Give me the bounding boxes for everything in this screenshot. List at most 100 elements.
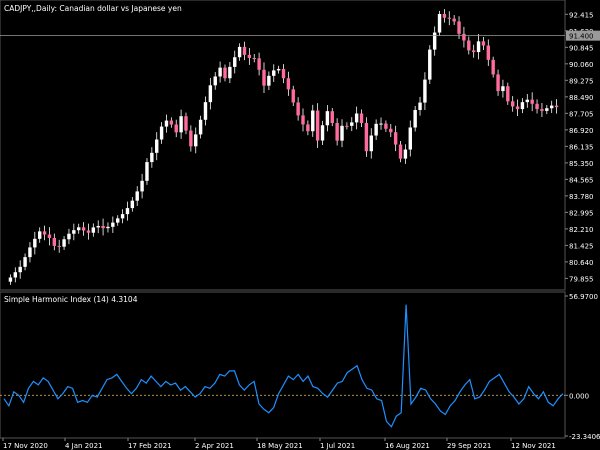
candle-body (476, 41, 481, 53)
candle-body (242, 46, 247, 55)
candle-body (169, 120, 174, 125)
candle-body (486, 45, 491, 60)
candle-body (467, 40, 471, 51)
candle-body (398, 144, 403, 159)
candle-body (530, 99, 534, 104)
price-tick-label: 86.920 (569, 127, 594, 135)
candle-body (413, 109, 417, 128)
candle-body (116, 218, 120, 223)
candle-body (262, 69, 266, 86)
candle-body (428, 49, 432, 80)
date-tick-label: 17 Feb 2021 (128, 442, 172, 450)
candle-body (442, 14, 447, 18)
candle-body (281, 68, 286, 79)
candle-body (233, 57, 237, 67)
candle-body (159, 126, 164, 140)
candle-body (179, 116, 183, 133)
price-marker-label: 91.400 (569, 33, 594, 41)
candle-body (540, 109, 544, 111)
candle-body (315, 110, 320, 141)
candle-body (311, 110, 315, 132)
date-tick-label: 2 Apr 2021 (195, 442, 234, 450)
price-tick-label: 82.995 (569, 209, 594, 217)
price-tick-label: 84.565 (569, 176, 594, 184)
candle-body (462, 33, 466, 41)
candle-body (218, 67, 222, 77)
candle-body (369, 135, 373, 152)
candle-body (501, 86, 505, 92)
candle-body (91, 227, 96, 233)
candle-body (120, 214, 125, 219)
candle-body (228, 66, 232, 79)
price-tick-label: 82.210 (569, 226, 594, 234)
candle-body (354, 113, 359, 123)
candle-body (203, 102, 208, 120)
candle-body (194, 134, 198, 147)
candle-body (33, 238, 37, 248)
date-tick-label: 1 Jul 2021 (320, 442, 355, 450)
candle-body (164, 120, 169, 127)
date-tick-label: 12 Nov 2021 (511, 442, 556, 450)
candle-body (47, 234, 52, 238)
candle-body (267, 75, 271, 86)
date-tick-label: 29 Sep 2021 (447, 442, 491, 450)
price-tick-label: 79.855 (569, 275, 594, 283)
candle-body (96, 226, 100, 228)
candle-body (515, 106, 520, 110)
price-tick-label: 88.490 (569, 94, 594, 102)
oscillator-tick-label: 56.9700 (569, 293, 598, 301)
candle-body (447, 17, 451, 19)
candle-body (237, 46, 242, 58)
candle-body (403, 149, 408, 159)
candle-body (62, 239, 66, 247)
candle-body (52, 237, 57, 246)
candle-body (481, 41, 486, 46)
candle-body (57, 245, 61, 247)
candle-body (408, 127, 412, 150)
candle-body (81, 227, 86, 231)
candle-body (330, 111, 334, 123)
price-tick-label: 83.780 (569, 193, 594, 201)
date-tick-label: 18 May 2021 (257, 442, 303, 450)
candle-body (135, 191, 139, 201)
candle-body (111, 222, 115, 227)
candle-body (208, 85, 213, 103)
candle-body (252, 57, 256, 59)
price-tick-label: 87.705 (569, 110, 594, 118)
candle-body (106, 226, 110, 229)
candle-body (272, 70, 276, 76)
price-tick-label: 90.845 (569, 44, 594, 52)
candle-body (510, 101, 515, 107)
candle-body (42, 231, 47, 235)
price-tick-label: 86.135 (569, 143, 594, 151)
candle-body (306, 124, 310, 132)
oscillator-tick-label: -23.3406 (569, 433, 600, 441)
candle-body (525, 99, 530, 103)
candle-body (291, 89, 295, 103)
candle-body (174, 124, 178, 133)
candle-body (184, 116, 188, 131)
price-tick-label: 80.640 (569, 259, 594, 267)
candle-body (389, 128, 393, 133)
candle-body (189, 130, 193, 147)
candle-body (393, 132, 398, 145)
candle-body (452, 18, 456, 22)
candle-body (37, 231, 42, 239)
candle-body (350, 122, 354, 126)
candle-body (286, 78, 291, 90)
price-tick-label: 81.425 (569, 242, 594, 250)
candle-body (325, 111, 330, 126)
price-tick-label: 90.060 (569, 61, 594, 69)
candle-body (554, 105, 559, 108)
candle-body (437, 14, 442, 33)
candle-body (340, 125, 344, 141)
date-tick-label: 4 Jan 2021 (65, 442, 103, 450)
candle-body (130, 200, 135, 209)
candle-body (520, 102, 525, 110)
date-tick-label: 16 Aug 2021 (385, 442, 430, 450)
candle-body (198, 119, 203, 135)
date-tick-label: 17 Nov 2020 (3, 442, 48, 450)
candle-body (76, 227, 81, 231)
candle-body (296, 102, 300, 116)
candle-body (545, 108, 549, 111)
